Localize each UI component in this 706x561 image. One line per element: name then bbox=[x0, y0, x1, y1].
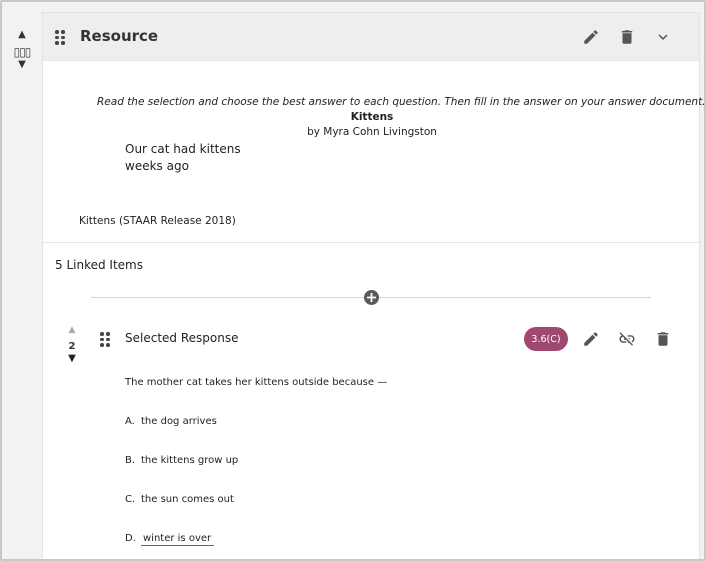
move-up-icon[interactable]: ▲ bbox=[69, 326, 76, 340]
section-divider bbox=[43, 242, 701, 243]
trash-icon bbox=[621, 30, 633, 44]
answer-option-b: B. the kittens grow up bbox=[125, 455, 238, 466]
answer-option-a: A. the dog arrives bbox=[125, 416, 217, 427]
passage-title: Kittens bbox=[350, 111, 394, 123]
item-type: Selected Response bbox=[125, 331, 239, 345]
reorder-handle-icon[interactable]: ▯▯▯ bbox=[14, 44, 32, 60]
page-frame: ▲ ▯▯▯ ▼ Resource Read the selection and … bbox=[0, 0, 706, 561]
unlink-item-button[interactable] bbox=[616, 328, 638, 350]
option-letter: B. bbox=[125, 455, 136, 466]
chevron-down-icon bbox=[658, 34, 668, 40]
resource-order-control: ▲ ▯▯▯ ▼ bbox=[10, 30, 34, 74]
delete-item-button[interactable] bbox=[652, 328, 674, 350]
option-letter: C. bbox=[125, 494, 136, 505]
passage-author: by Myra Cohn Livingston bbox=[307, 126, 437, 138]
standard-badge[interactable]: 3.6(C) bbox=[524, 327, 568, 351]
poem: Our cat had kittens weeks ago bbox=[125, 141, 241, 175]
plus-icon bbox=[367, 293, 376, 302]
trash-icon bbox=[657, 332, 669, 346]
option-text: the dog arrives bbox=[141, 416, 217, 427]
collapse-button[interactable] bbox=[652, 26, 674, 48]
drag-handle-icon[interactable] bbox=[55, 30, 65, 45]
option-text: winter is over bbox=[141, 533, 215, 546]
move-down-icon[interactable]: ▼ bbox=[68, 354, 76, 366]
move-up-icon[interactable]: ▲ bbox=[18, 30, 26, 44]
item-number: 2 bbox=[68, 341, 76, 352]
option-letter: D. bbox=[125, 533, 136, 544]
pencil-icon bbox=[584, 30, 598, 44]
pencil-icon bbox=[584, 332, 598, 346]
poem-line: weeks ago bbox=[125, 159, 189, 173]
answer-option-c: C. the sun comes out bbox=[125, 494, 234, 505]
question-stem: The mother cat takes her kittens outside… bbox=[125, 377, 388, 388]
option-text: the sun comes out bbox=[141, 494, 234, 505]
item-order-control: ▲ 2 ▼ bbox=[65, 326, 79, 366]
edit-item-button[interactable] bbox=[580, 328, 602, 350]
passage-instructions: Read the selection and choose the best a… bbox=[97, 96, 706, 108]
option-text: the kittens grow up bbox=[141, 455, 239, 466]
passage-source: Kittens (STAAR Release 2018) bbox=[79, 215, 236, 227]
resource-title: Resource bbox=[80, 27, 159, 45]
unlink-icon bbox=[619, 332, 635, 346]
poem-line: Our cat had kittens bbox=[125, 142, 241, 156]
option-letter: A. bbox=[125, 416, 135, 427]
delete-resource-button[interactable] bbox=[616, 26, 638, 48]
answer-option-d-correct: D. winter is over bbox=[125, 533, 215, 546]
move-down-icon[interactable]: ▼ bbox=[18, 60, 26, 74]
edit-resource-button[interactable] bbox=[580, 26, 602, 48]
resource-card: Resource Read the selection and choose t… bbox=[42, 12, 706, 559]
add-item-button[interactable] bbox=[364, 290, 379, 305]
resource-header: Resource bbox=[43, 13, 699, 61]
linked-items-count: 5 Linked Items bbox=[55, 258, 143, 272]
item-drag-handle-icon[interactable] bbox=[100, 332, 110, 347]
